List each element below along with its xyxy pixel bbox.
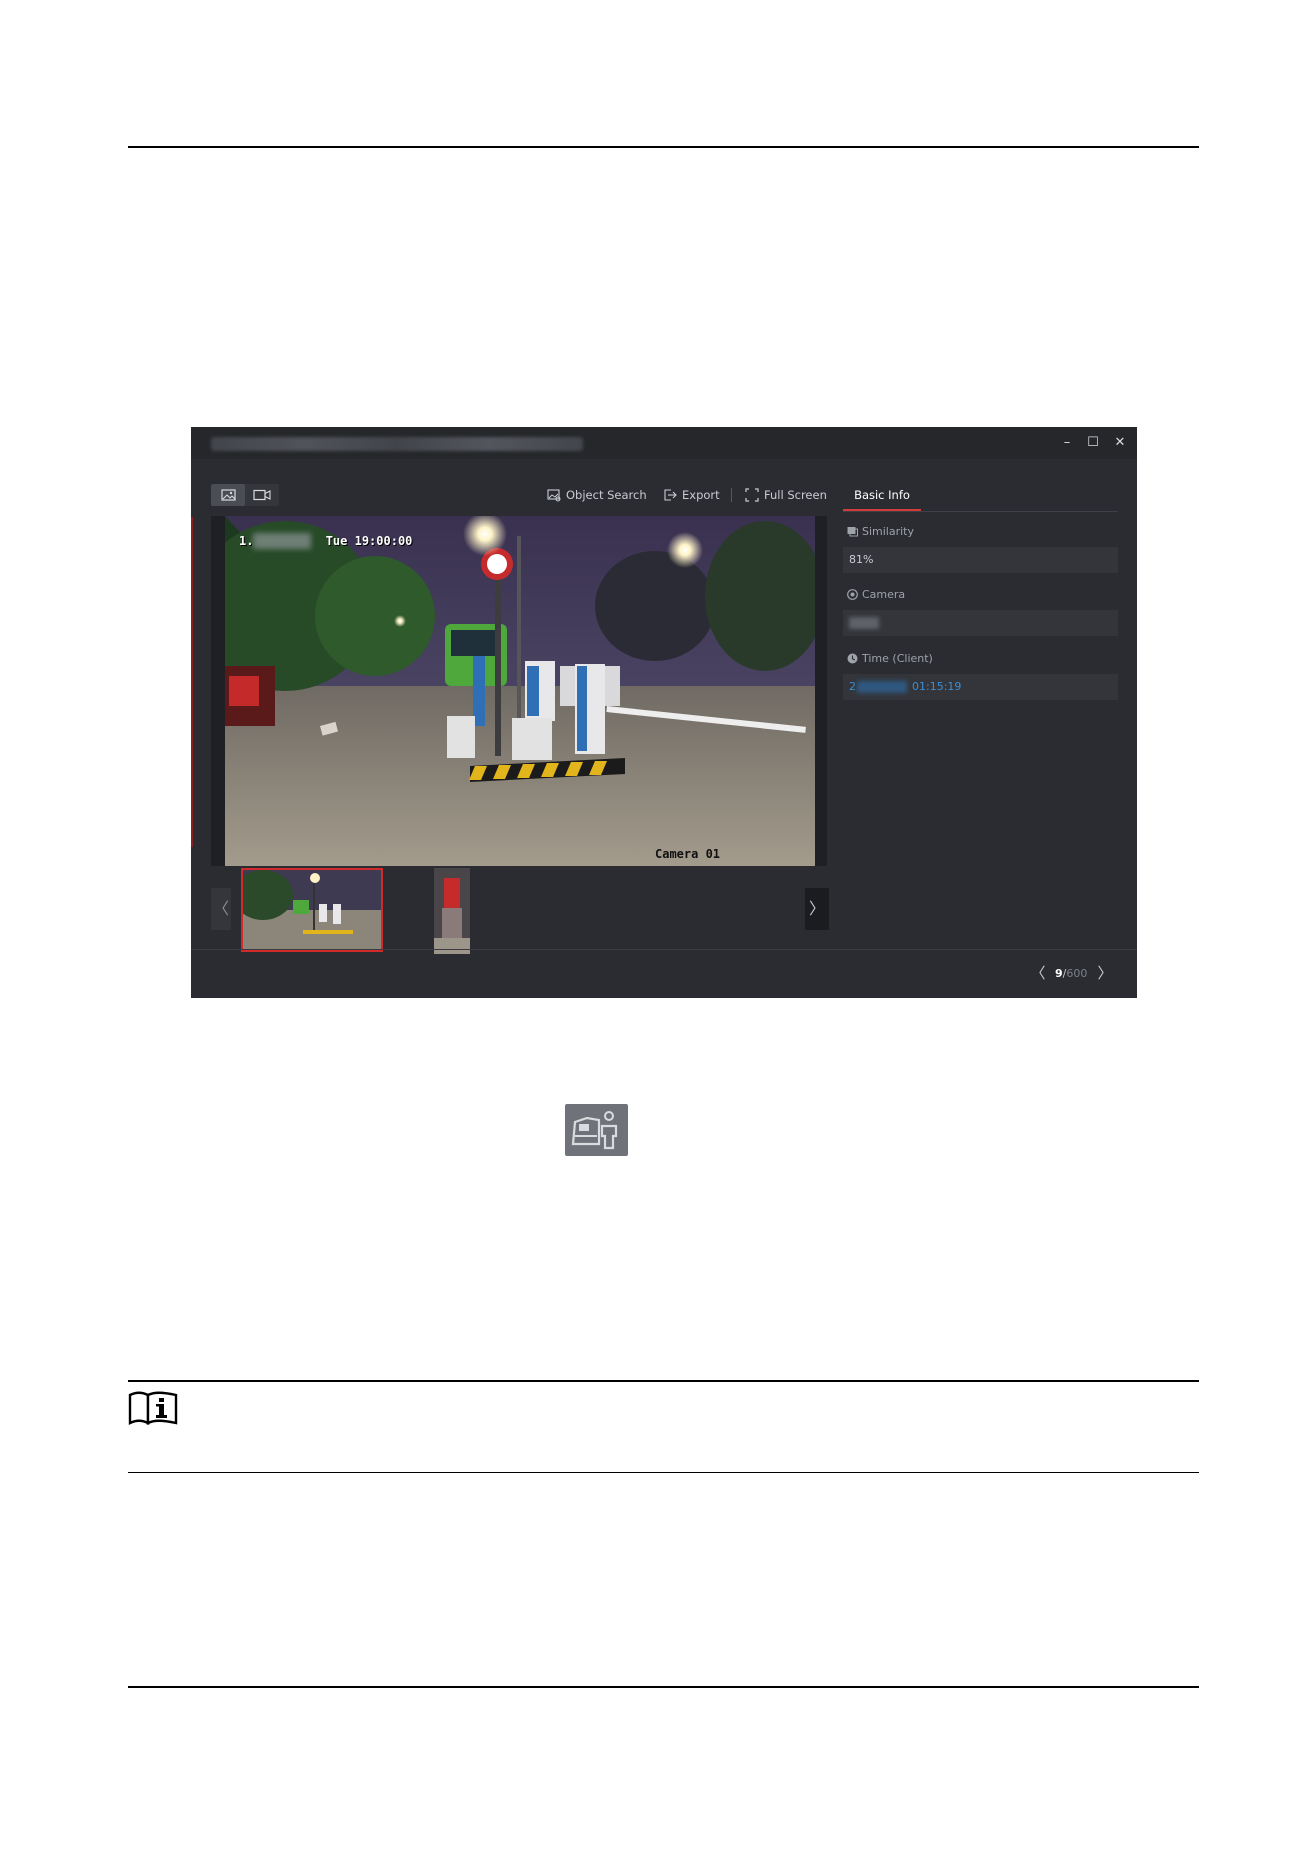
close-button[interactable]: ✕ bbox=[1109, 433, 1131, 453]
similarity-value: 81% bbox=[843, 547, 1118, 573]
footer-rule bbox=[128, 1686, 1199, 1688]
similarity-label-text: Similarity bbox=[862, 525, 915, 538]
osd-camera-name: Camera 01 bbox=[655, 847, 721, 861]
camera-value-redacted bbox=[849, 617, 879, 629]
view-mode-toggle bbox=[211, 484, 279, 506]
thumbnail-item[interactable] bbox=[434, 868, 470, 954]
export-label: Export bbox=[682, 488, 720, 502]
thumbnail-prev-button[interactable]: 〈 bbox=[211, 888, 231, 930]
note-bottom-rule bbox=[128, 1472, 1199, 1473]
page-total: 600 bbox=[1066, 967, 1088, 980]
video-viewer[interactable]: 1. Tue 19:00:00 Camera 01 bbox=[211, 516, 827, 866]
maximize-button[interactable]: ☐ bbox=[1082, 433, 1104, 453]
page-next-button[interactable]: 〉 bbox=[1097, 961, 1113, 985]
side-accent bbox=[191, 517, 193, 847]
video-mode-icon bbox=[253, 489, 271, 501]
header-rule bbox=[128, 146, 1199, 148]
page-prev-button[interactable]: 〈 bbox=[1030, 961, 1046, 985]
capture-detail-window: – ☐ ✕ Object Search Export Full Screen B… bbox=[191, 427, 1137, 998]
object-search-label: Object Search bbox=[566, 488, 647, 502]
page-counter: 9/600 bbox=[1055, 967, 1087, 980]
page-current: 9 bbox=[1055, 967, 1063, 980]
thumbnail-image bbox=[243, 870, 381, 950]
camera-value bbox=[843, 610, 1118, 636]
full-screen-label: Full Screen bbox=[764, 488, 827, 502]
window-titlebar: – ☐ ✕ bbox=[191, 427, 1137, 459]
export-icon bbox=[664, 489, 677, 501]
thumbnail-next-button[interactable]: 〉 bbox=[805, 888, 829, 930]
camera-label-text: Camera bbox=[862, 588, 906, 601]
note-icon bbox=[128, 1389, 180, 1425]
toolbar-divider bbox=[731, 488, 732, 502]
thumbnail-selected[interactable] bbox=[241, 868, 383, 952]
person-vehicle-icon bbox=[565, 1104, 628, 1156]
osd-time: Tue 19:00:00 bbox=[325, 534, 413, 548]
object-search-button[interactable]: Object Search bbox=[547, 485, 647, 505]
tab-divider bbox=[843, 511, 1118, 512]
image-mode-button[interactable] bbox=[211, 484, 245, 506]
similarity-label: Similarity bbox=[847, 525, 914, 538]
tab-basic-info[interactable]: Basic Info bbox=[843, 485, 921, 511]
thumbnail-image bbox=[434, 868, 470, 954]
clock-icon bbox=[847, 653, 858, 664]
osd-date: 1. bbox=[239, 534, 254, 548]
object-search-icon bbox=[547, 489, 561, 502]
footer-divider bbox=[191, 949, 1137, 950]
full-screen-button[interactable]: Full Screen bbox=[745, 485, 827, 505]
image-mode-icon bbox=[221, 489, 236, 501]
export-button[interactable]: Export bbox=[663, 485, 720, 505]
window-title-redacted bbox=[211, 437, 583, 451]
camera-icon bbox=[847, 589, 858, 600]
time-label: Time (Client) bbox=[847, 652, 933, 665]
full-screen-icon bbox=[745, 488, 759, 502]
time-value: 2 01:15:19 bbox=[843, 674, 1118, 700]
parking-gate-scene bbox=[225, 516, 815, 866]
minimize-button[interactable]: – bbox=[1056, 433, 1078, 453]
time-value-redacted bbox=[857, 681, 907, 693]
camera-label: Camera bbox=[847, 588, 905, 601]
osd-timestamp: 1. Tue 19:00:00 bbox=[239, 534, 412, 548]
note-top-rule bbox=[128, 1380, 1199, 1382]
time-value-date: 2 bbox=[849, 680, 856, 693]
video-mode-button[interactable] bbox=[245, 484, 279, 506]
captured-frame: 1. Tue 19:00:00 Camera 01 bbox=[225, 516, 815, 866]
time-label-text: Time (Client) bbox=[862, 652, 933, 665]
similarity-icon bbox=[847, 527, 858, 537]
time-value-clock: 01:15:19 bbox=[912, 680, 962, 693]
